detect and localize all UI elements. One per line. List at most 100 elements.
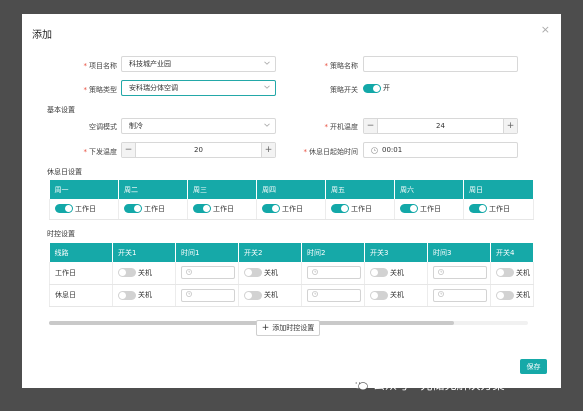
ac-mode-label: 空调模式	[89, 123, 117, 131]
clock-icon	[312, 268, 318, 277]
dialog-title: 添加	[32, 30, 52, 41]
row-name: 休息日	[49, 284, 113, 307]
time-cell	[175, 262, 239, 285]
time-control-table: 线路 开关1 时间1 开关2 时间2 开关3 时间3 开关4 工作日 关机 关机 关机 关机 休息日 关机…	[49, 243, 534, 307]
chevron-down-icon	[264, 60, 270, 66]
time-input[interactable]	[433, 288, 487, 302]
workday-toggle[interactable]	[469, 204, 487, 214]
wechat-icon	[352, 379, 368, 391]
clock-icon	[312, 291, 318, 299]
increment-button[interactable]: +	[503, 119, 517, 133]
project-name-select[interactable]: 科技城产业园	[121, 56, 276, 72]
rest-day-cell: 工作日	[187, 199, 257, 220]
rest-day-header: 周一	[49, 180, 119, 199]
strategy-switch[interactable]: 开	[363, 83, 390, 93]
switch-toggle[interactable]	[370, 290, 388, 300]
plus-icon: +	[261, 323, 270, 333]
rest-start-time-input[interactable]: 00:01	[363, 142, 518, 158]
rest-day-cell: 工作日	[118, 199, 188, 220]
time-control-header: 时间3	[427, 243, 491, 262]
switch-cell: 关机	[238, 284, 302, 307]
on-temp-stepper[interactable]: − 24 +	[363, 118, 518, 134]
time-control-header: 开关2	[238, 243, 302, 262]
workday-toggle[interactable]	[400, 204, 418, 214]
clock-icon	[371, 146, 378, 154]
switch-toggle[interactable]	[244, 290, 262, 300]
scrollbar-thumb[interactable]	[49, 321, 454, 325]
switch-cell: 关机	[364, 284, 428, 307]
switch-cell: 关机	[490, 262, 534, 285]
time-input[interactable]	[307, 266, 361, 280]
switch-toggle[interactable]	[244, 268, 262, 278]
time-control-header: 开关4	[490, 243, 534, 262]
strategy-name-input[interactable]	[363, 56, 518, 72]
switch-cell: 关机	[112, 284, 176, 307]
workday-toggle[interactable]	[55, 204, 73, 214]
clock-icon	[438, 291, 444, 299]
strategy-switch-toggle[interactable]	[363, 83, 381, 93]
down-temp-value[interactable]: 20	[136, 143, 261, 157]
time-input[interactable]	[181, 288, 235, 302]
increment-button[interactable]: +	[261, 143, 275, 157]
rest-day-header: 周二	[118, 180, 188, 199]
rest-day-cell: 工作日	[49, 199, 119, 220]
time-control-header: 开关1	[112, 243, 176, 262]
rest-day-header: 周四	[256, 180, 326, 199]
time-cell	[427, 284, 491, 307]
rest-day-header: 周日	[463, 180, 534, 199]
time-cell	[175, 284, 239, 307]
ac-mode-select[interactable]: 制冷	[121, 118, 276, 134]
rest-day-table: 周一 周二 周三 周四 周五 周六 周日 工作日 工作日 工作日 工作日 工作日 工作日 工作日	[49, 180, 534, 220]
table-row: 休息日 关机 关机 关机 关机	[49, 284, 534, 307]
workday-toggle[interactable]	[193, 204, 211, 214]
switch-cell: 关机	[490, 284, 534, 307]
row-name: 工作日	[49, 262, 113, 285]
time-input[interactable]	[181, 266, 235, 280]
on-temp-label: * 开机温度	[324, 123, 359, 131]
switch-toggle[interactable]	[496, 290, 514, 300]
rest-day-header: 周六	[394, 180, 464, 199]
rest-day-header: 周五	[325, 180, 395, 199]
on-temp-value[interactable]: 24	[378, 119, 503, 133]
save-button[interactable]: 保存	[520, 359, 547, 374]
time-cell	[301, 262, 365, 285]
add-time-control-button[interactable]: + 添加时控设置	[256, 320, 320, 336]
time-cell	[301, 284, 365, 307]
switch-cell: 关机	[112, 262, 176, 285]
close-icon[interactable]: ×	[541, 23, 550, 36]
add-dialog: 添加 × * 项目名称 科技城产业园 * 策略名称 * 策略类型 安科瑞分体空调 策略…	[22, 14, 561, 388]
time-control-header: 开关3	[364, 243, 428, 262]
strategy-type-value: 安科瑞分体空调	[129, 84, 178, 92]
decrement-button[interactable]: −	[122, 143, 136, 157]
rest-day-cell: 工作日	[463, 199, 534, 220]
switch-toggle[interactable]	[370, 268, 388, 278]
rest-day-header: 周三	[187, 180, 257, 199]
decrement-button[interactable]: −	[364, 119, 378, 133]
clock-icon	[438, 268, 444, 277]
strategy-type-select[interactable]: 安科瑞分体空调	[121, 80, 276, 96]
workday-toggle[interactable]	[124, 204, 142, 214]
time-input[interactable]	[307, 288, 361, 302]
workday-toggle[interactable]	[262, 204, 280, 214]
project-name-label: * 项目名称	[83, 62, 118, 70]
workday-toggle[interactable]	[331, 204, 349, 214]
switch-toggle[interactable]	[496, 268, 514, 278]
time-control-title: 时控设置	[47, 230, 75, 238]
basic-settings-title: 基本设置	[47, 106, 75, 114]
strategy-name-label: * 策略名称	[324, 62, 359, 70]
switch-toggle[interactable]	[118, 268, 136, 278]
time-control-header: 线路	[49, 243, 113, 262]
strategy-switch-label: 策略开关	[330, 86, 358, 94]
strategy-type-label: * 策略类型	[83, 86, 118, 94]
down-temp-label: * 下发温度	[83, 148, 118, 156]
chevron-down-icon	[264, 84, 270, 90]
rest-day-cell: 工作日	[256, 199, 326, 220]
time-control-header: 时间2	[301, 243, 365, 262]
rest-start-label: * 休息日起始时间	[303, 148, 359, 156]
watermark: 公众号 · 光储充解决方案	[352, 376, 504, 393]
table-row: 工作日 关机 关机 关机 关机	[49, 262, 534, 285]
time-input[interactable]	[433, 266, 487, 280]
down-temp-stepper[interactable]: − 20 +	[121, 142, 276, 158]
switch-toggle[interactable]	[118, 290, 136, 300]
switch-cell: 关机	[238, 262, 302, 285]
